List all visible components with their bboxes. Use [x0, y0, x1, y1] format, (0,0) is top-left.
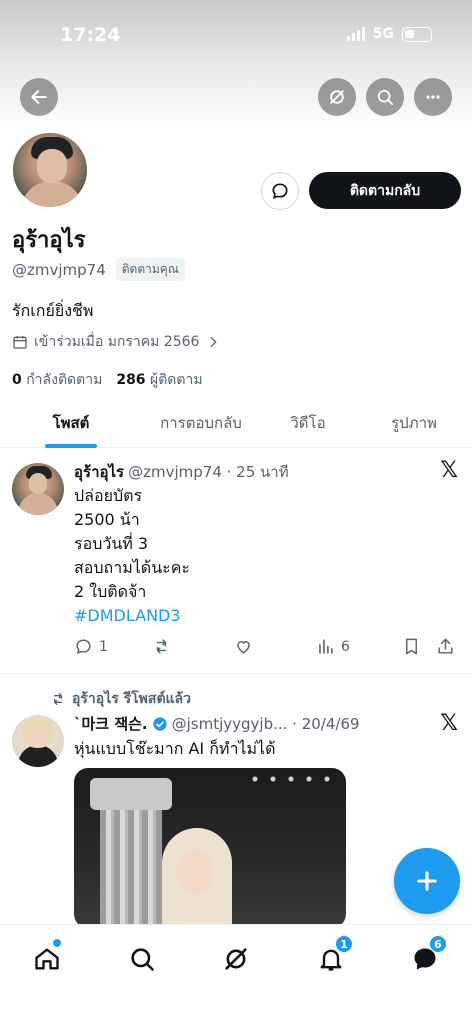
reply-button[interactable]: 1	[74, 637, 152, 656]
x-logo-icon: 𝕏	[440, 458, 458, 483]
views-count: 6	[341, 638, 350, 655]
notifications-badge: 1	[335, 935, 353, 953]
search-icon	[131, 948, 154, 971]
repost-icon	[54, 693, 62, 705]
reply-icon	[76, 639, 91, 654]
grok-icon	[225, 948, 247, 970]
search-button[interactable]	[366, 78, 404, 116]
nav-grok[interactable]	[216, 939, 256, 979]
message-bubble-icon	[272, 183, 288, 199]
more-button[interactable]	[414, 78, 452, 116]
tweet1-line: สอบถามได้นะคะ	[74, 558, 191, 577]
back-button[interactable]	[20, 78, 58, 116]
verified-badge-icon	[152, 716, 167, 731]
followers-count: 286	[116, 372, 146, 388]
nav-messages[interactable]: 6	[405, 935, 447, 979]
following-count: 0	[12, 372, 22, 388]
tweet2-media-image[interactable]	[74, 768, 346, 928]
calendar-icon	[13, 336, 27, 349]
views-chart-icon	[319, 639, 333, 654]
tab-photos[interactable]: รูปภาพ	[356, 398, 472, 448]
profile-handle: @zmvjmp74	[12, 260, 106, 279]
plus-icon	[417, 871, 437, 891]
tweet2-handle-time: @jsmtjyygyjb... · 20/4/69	[171, 714, 360, 733]
tweet1-text: ปล่อยบัตร 2500 น้า รอบวันที่ 3 สอบถามได้…	[74, 484, 190, 628]
share-icon	[438, 638, 453, 654]
tab-posts[interactable]: โพสต์	[0, 398, 142, 448]
status-time: 17:24	[60, 24, 121, 46]
tweet2-header: `마크 잭슨. @jsmtjyygyjb... · 20/4/69	[74, 713, 360, 734]
compose-button[interactable]	[394, 848, 460, 914]
x-logo-icon: 𝕏	[440, 711, 458, 736]
nav-search[interactable]	[122, 939, 162, 979]
profile-avatar[interactable]	[10, 130, 90, 210]
bottom-nav: 1 6	[0, 924, 472, 1024]
reply-count: 1	[99, 638, 108, 655]
tweet1-line: ปล่อยบัตร	[74, 486, 143, 505]
profile-tabs: โพสต์ การตอบกลับ วิดีโอ รูปภาพ	[0, 398, 472, 448]
battery-icon	[402, 26, 432, 42]
repost-icon	[156, 639, 167, 654]
follow-back-button[interactable]: ติดตามกลับ	[309, 172, 461, 209]
tweet2-avatar[interactable]	[12, 715, 64, 767]
tweet1-line: 2 ใบติดจ้า	[74, 582, 147, 601]
tweet1-avatar[interactable]	[12, 463, 64, 515]
repost-indicator: อุร้าอุไร รีโพสต์แล้ว	[50, 688, 191, 710]
repost-button[interactable]	[152, 637, 234, 656]
chevron-right-icon	[210, 336, 218, 348]
message-button[interactable]	[261, 172, 299, 210]
joined-text: เข้าร่วมเมื่อ มกราคม 2566	[34, 334, 200, 350]
tweet1-line: รอบวันที่ 3	[74, 534, 149, 553]
network-label: 5G	[372, 26, 394, 42]
status-bar: 17:24 5G	[0, 18, 472, 52]
follow-stats: 0 กำลังติดตาม 286 ผู้ติดตาม	[12, 369, 203, 391]
share-button[interactable]	[436, 637, 460, 656]
profile-bio: รักเกย์ยิ่งชีพ	[12, 301, 94, 320]
tweet1-hashtag[interactable]: #DMDLAND3	[74, 604, 190, 628]
like-button[interactable]	[234, 637, 316, 656]
following-label: กำลังติดตาม	[26, 372, 103, 388]
tweet1-author[interactable]: อุร้าอุไร	[74, 460, 124, 484]
messages-badge: 6	[429, 935, 447, 953]
tab-videos[interactable]: วิดีโอ	[260, 398, 356, 448]
signal-icon	[346, 27, 365, 41]
bookmark-button[interactable]	[402, 637, 436, 656]
home-new-dot	[53, 939, 61, 947]
grok-button[interactable]	[318, 78, 356, 116]
bookmark-icon	[406, 638, 417, 655]
status-indicators: 5G	[346, 26, 432, 42]
nav-home[interactable]	[27, 939, 67, 979]
tweet2-author[interactable]: `마크 잭슨.	[74, 713, 148, 734]
tweet1-line: 2500 น้า	[74, 510, 140, 529]
handle-row: @zmvjmp74 ติดตามคุณ	[12, 258, 185, 281]
views-button[interactable]: 6	[316, 637, 402, 656]
joined-date[interactable]: เข้าร่วมเมื่อ มกราคม 2566	[12, 331, 221, 353]
search-icon	[377, 89, 393, 106]
tweet-divider	[0, 673, 472, 674]
heart-icon	[237, 641, 250, 654]
tweet1-handle-time: @zmvjmp74 · 25 นาที	[128, 463, 289, 481]
grok-icon	[330, 90, 344, 104]
followers-stat[interactable]: 286 ผู้ติดตาม	[116, 369, 202, 391]
nav-notifications[interactable]: 1	[311, 935, 353, 979]
more-icon	[426, 95, 440, 99]
tweet1-actions: 1 6	[74, 637, 464, 656]
home-icon	[35, 948, 59, 970]
tweet1-header: อุร้าอุไร @zmvjmp74 · 25 นาที	[74, 460, 289, 484]
follows-you-badge: ติดตามคุณ	[115, 258, 185, 281]
followers-label: ผู้ติดตาม	[150, 372, 203, 388]
tweet2-text: หุ่นแบบโช๊ะมาก AI ก็ทำไม่ได้	[74, 739, 276, 758]
profile-display-name: อุร้าอุไร	[12, 228, 86, 253]
tab-replies[interactable]: การตอบกลับ	[142, 398, 260, 448]
following-stat[interactable]: 0 กำลังติดตาม	[12, 369, 102, 391]
back-arrow-icon	[31, 90, 47, 104]
reposted-by-text: อุร้าอุไร รีโพสต์แล้ว	[72, 691, 191, 707]
